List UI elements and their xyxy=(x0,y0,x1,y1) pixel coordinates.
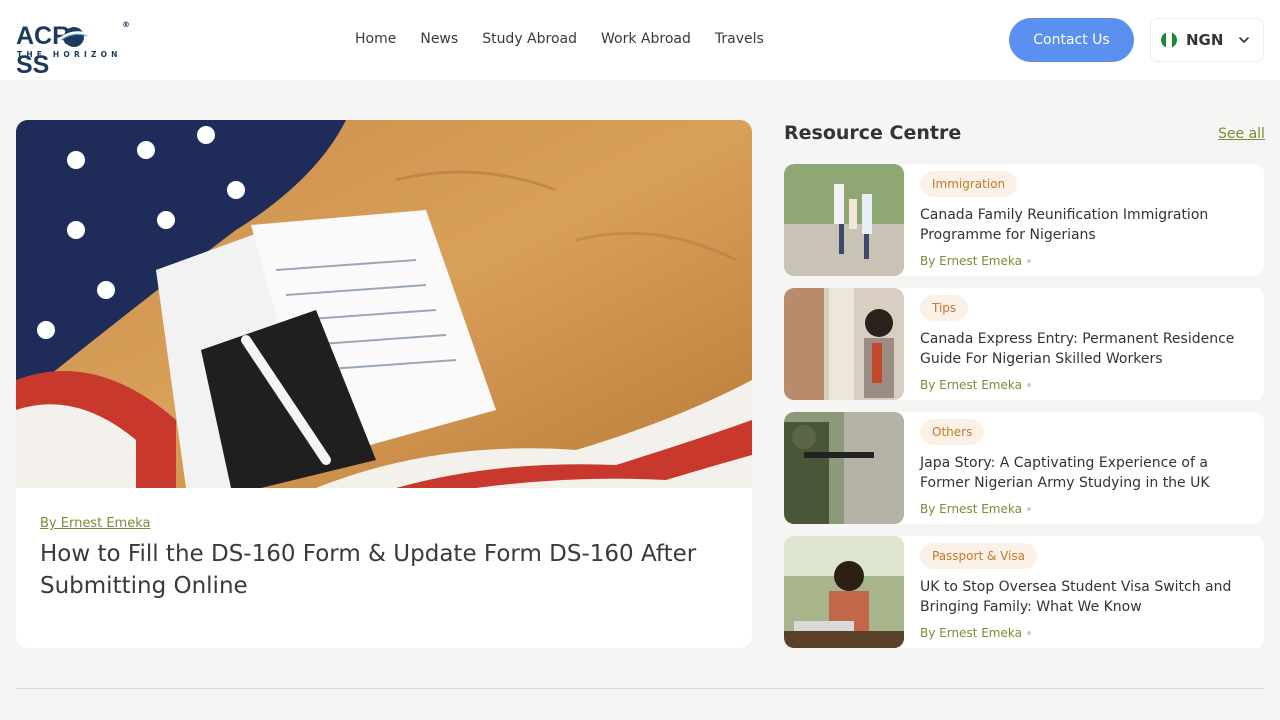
resource-headline[interactable]: Canada Family Reunification Immigration … xyxy=(920,205,1250,245)
category-tag[interactable]: Immigration xyxy=(920,171,1018,197)
site-logo[interactable]: ACRSS ® THE HORIZON xyxy=(16,20,131,79)
chevron-down-icon xyxy=(1239,37,1249,44)
resource-thumbnail[interactable] xyxy=(784,164,904,276)
main-nav: Home News Study Abroad Work Abroad Trave… xyxy=(355,31,788,47)
site-header: ACRSS ® THE HORIZON Home News Study Abro… xyxy=(0,0,1280,80)
featured-article-card[interactable]: By Ernest Emeka How to Fill the DS-160 F… xyxy=(16,120,752,648)
resource-card[interactable]: Passport & Visa UK to Stop Oversea Stude… xyxy=(784,536,1264,648)
globe-icon xyxy=(59,27,89,47)
nav-news[interactable]: News xyxy=(420,31,458,47)
nav-home[interactable]: Home xyxy=(355,31,396,47)
logo-subtitle: THE HORIZON xyxy=(17,50,122,59)
resource-headline[interactable]: Canada Express Entry: Permanent Residenc… xyxy=(920,329,1250,369)
resource-author[interactable]: By Ernest Emeka xyxy=(920,378,1022,392)
nav-travels[interactable]: Travels xyxy=(715,31,764,47)
resource-author[interactable]: By Ernest Emeka xyxy=(920,502,1022,516)
category-tag[interactable]: Passport & Visa xyxy=(920,543,1038,569)
resource-thumbnail[interactable] xyxy=(784,412,904,524)
separator-dot xyxy=(1027,383,1031,387)
resource-list: Immigration Canada Family Reunification … xyxy=(784,164,1264,660)
resource-headline[interactable]: Japa Story: A Captivating Experience of … xyxy=(920,453,1250,493)
nav-study-abroad[interactable]: Study Abroad xyxy=(482,31,577,47)
contact-us-button[interactable]: Contact Us xyxy=(1009,18,1134,62)
separator-dot xyxy=(1027,507,1031,511)
separator-dot xyxy=(1027,259,1031,263)
category-tag[interactable]: Others xyxy=(920,419,985,445)
logo-registered-mark: ® xyxy=(122,20,130,29)
category-tag[interactable]: Tips xyxy=(920,295,969,321)
resource-card[interactable]: Others Japa Story: A Captivating Experie… xyxy=(784,412,1264,524)
nav-work-abroad[interactable]: Work Abroad xyxy=(601,31,691,47)
resource-card[interactable]: Tips Canada Express Entry: Permanent Res… xyxy=(784,288,1264,400)
resource-thumbnail[interactable] xyxy=(784,536,904,648)
featured-author-link[interactable]: By Ernest Emeka xyxy=(40,516,150,531)
featured-image[interactable] xyxy=(16,120,752,488)
resource-author[interactable]: By Ernest Emeka xyxy=(920,626,1022,640)
currency-selector[interactable]: NGN xyxy=(1150,18,1264,62)
featured-title[interactable]: How to Fill the DS-160 Form & Update For… xyxy=(40,538,730,602)
resource-centre-heading: Resource Centre xyxy=(784,122,962,144)
resource-thumbnail[interactable] xyxy=(784,288,904,400)
section-divider xyxy=(16,688,1264,689)
resource-card[interactable]: Immigration Canada Family Reunification … xyxy=(784,164,1264,276)
separator-dot xyxy=(1027,631,1031,635)
nigeria-flag-icon xyxy=(1161,32,1177,48)
currency-code: NGN xyxy=(1186,31,1224,49)
resource-headline[interactable]: UK to Stop Oversea Student Visa Switch a… xyxy=(920,577,1250,617)
resource-author[interactable]: By Ernest Emeka xyxy=(920,254,1022,268)
see-all-link[interactable]: See all xyxy=(1218,126,1265,142)
